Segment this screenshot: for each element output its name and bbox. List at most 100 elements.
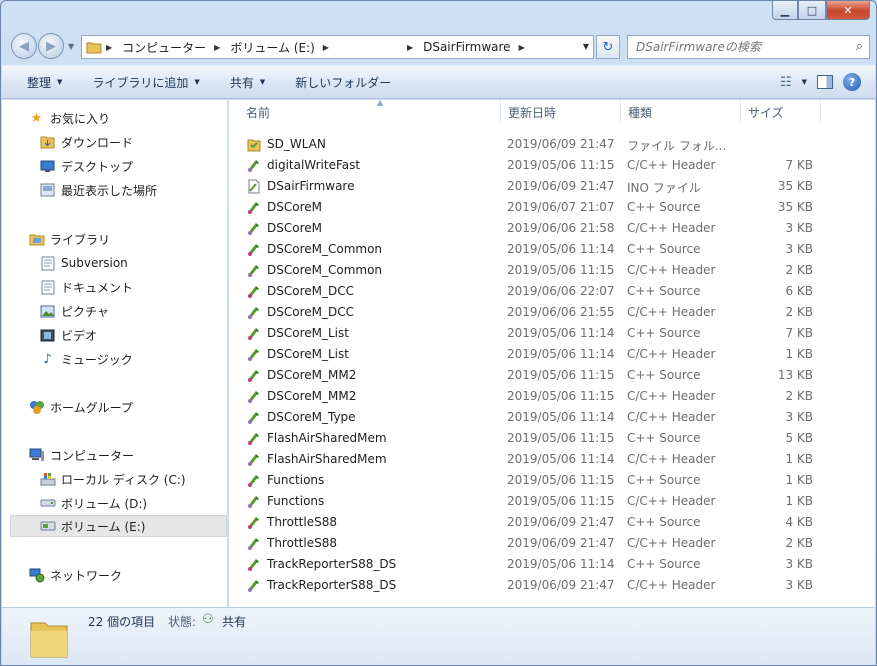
breadcrumb-separator-icon[interactable]: ▶ <box>214 43 220 52</box>
breadcrumb-separator-icon[interactable]: ▶ <box>106 43 112 52</box>
file-size: 35 KB <box>777 179 813 193</box>
help-icon[interactable]: ? <box>843 73 861 91</box>
sidebar-computer[interactable]: コンピューター <box>28 444 134 466</box>
videos-icon <box>39 327 56 344</box>
recent-pages-chevron-icon[interactable]: ▼ <box>68 42 74 51</box>
sidebar-item-desktop[interactable]: デスクトップ <box>39 155 133 177</box>
file-row[interactable]: TrackReporterS88_DS 2019/05/06 11:14 C++ S… <box>229 554 875 575</box>
preview-pane-icon[interactable] <box>817 75 833 89</box>
breadcrumb-separator-icon[interactable]: ▶ <box>323 43 329 52</box>
column-header-size[interactable]: サイズ <box>741 100 821 125</box>
breadcrumb-dsairfirmware[interactable]: DSairFirmware <box>423 40 510 54</box>
back-button[interactable]: ◀ <box>11 33 37 59</box>
refresh-button[interactable]: ↻ <box>596 35 620 59</box>
file-type: C/C++ Header <box>627 263 716 277</box>
file-row[interactable]: Functions 2019/05/06 11:15 C/C++ Header 1 K… <box>229 491 875 512</box>
search-input[interactable] <box>636 40 836 54</box>
file-size: 2 KB <box>785 536 813 550</box>
breadcrumb-volume-e[interactable]: ボリューム (E:) <box>230 39 314 56</box>
sidebar-item-label: ローカル ディスク (C:) <box>61 472 186 487</box>
sidebar-item-local-disk-c[interactable]: ローカル ディスク (C:) <box>39 468 186 490</box>
sidebar-item-music[interactable]: ♪ ミュージック <box>39 348 132 370</box>
address-dropdown-icon[interactable]: ▼ <box>583 42 589 51</box>
file-size: 3 KB <box>785 578 813 592</box>
file-row[interactable]: DSCoreM_MM2 2019/05/06 11:15 C/C++ Header 2… <box>229 386 875 407</box>
search-box[interactable]: ⌕ <box>627 35 870 59</box>
sidebar-item-downloads[interactable]: ダウンロード <box>39 131 133 153</box>
sidebar-item-volume-d[interactable]: ボリューム (D:) <box>39 492 147 514</box>
nav-buttons: ◀ ▶ ▼ <box>11 33 74 59</box>
details-pane: 22 個の項目 状態: ⚇ 共有 <box>2 607 875 665</box>
file-row[interactable]: TrackReporterS88_DS 2019/06/09 21:47 C/C++… <box>229 575 875 596</box>
file-row[interactable]: FlashAirSharedMem 2019/05/06 11:15 C++ Sou… <box>229 428 875 449</box>
maximize-button[interactable]: □ <box>798 1 826 20</box>
new-folder-button[interactable]: 新しいフォルダー <box>277 66 403 98</box>
sidebar-item-label: ネットワーク <box>50 568 123 583</box>
item-count: 22 個の項目 <box>88 615 156 629</box>
chevron-down-icon[interactable]: ▼ <box>802 78 807 86</box>
file-row[interactable]: FlashAirSharedMem 2019/05/06 11:14 C/C++ H… <box>229 449 875 470</box>
file-row[interactable]: DSCoreM_Common 2019/05/06 11:15 C/C++ Head… <box>229 260 875 281</box>
file-row[interactable]: DSCoreM_Type 2019/05/06 11:14 C/C++ Header… <box>229 407 875 428</box>
file-type: C++ Source <box>627 242 701 256</box>
file-size: 3 KB <box>785 557 813 571</box>
file-row[interactable]: DSCoreM 2019/06/07 21:07 C++ Source 35 KB <box>229 197 875 218</box>
sidebar-item-recent-places[interactable]: 最近表示した場所 <box>39 179 157 201</box>
search-icon[interactable]: ⌕ <box>856 39 863 54</box>
breadcrumb-computer[interactable]: コンピューター <box>122 39 206 56</box>
share-menu[interactable]: 共有 ▼ <box>212 66 277 98</box>
file-row[interactable]: DSCoreM_List 2019/05/06 11:14 C++ Source 7 … <box>229 323 875 344</box>
file-row[interactable]: SD_WLAN 2019/06/09 21:47 ファイル フォル... <box>229 134 875 155</box>
file-row[interactable]: Functions 2019/05/06 11:15 C++ Source 1 KB <box>229 470 875 491</box>
file-row[interactable]: DSairFirmware 2019/06/09 21:47 INO ファイル 35 … <box>229 176 875 197</box>
forward-button[interactable]: ▶ <box>38 33 64 59</box>
organize-menu[interactable]: 整理 ▼ <box>2 66 74 98</box>
documents-icon <box>39 279 56 296</box>
breadcrumb-separator-icon[interactable]: ▶ <box>519 43 525 52</box>
sidebar-item-label: お気に入り <box>50 111 111 126</box>
sidebar-item-volume-e[interactable]: ボリューム (E:) <box>10 515 227 537</box>
file-size: 6 KB <box>785 284 813 298</box>
file-type: C/C++ Header <box>627 536 716 550</box>
file-row[interactable]: DSCoreM_DCC 2019/06/06 21:55 C/C++ Header 2… <box>229 302 875 323</box>
column-header-name[interactable]: 名前 ▲ <box>239 98 501 125</box>
sidebar-libraries[interactable]: ライブラリ <box>28 228 110 250</box>
address-bar[interactable]: ▶ コンピューター ▶ ボリューム (E:) ▶ ▶ DSairFirmware… <box>81 35 594 59</box>
file-date: 2019/06/09 21:47 <box>507 536 615 550</box>
minimize-button[interactable]: ▁ <box>772 1 798 20</box>
breadcrumb-separator-icon[interactable]: ▶ <box>407 43 413 52</box>
file-row[interactable]: DSCoreM_DCC 2019/06/06 22:07 C++ Source 6 K… <box>229 281 875 302</box>
file-name: DSCoreM <box>267 200 322 214</box>
file-name: DSCoreM_DCC <box>267 284 354 298</box>
file-row[interactable]: DSCoreM_MM2 2019/05/06 11:15 C++ Source 13 … <box>229 365 875 386</box>
file-row[interactable]: DSCoreM_Common 2019/05/06 11:14 C++ Source… <box>229 239 875 260</box>
chevron-down-icon: ▼ <box>57 78 63 86</box>
file-row[interactable]: ThrottleS88 2019/06/09 21:47 C/C++ Header 2… <box>229 533 875 554</box>
file-row[interactable]: digitalWriteFast 2019/05/06 11:15 C/C++ He… <box>229 155 875 176</box>
file-row[interactable]: DSCoreM_List 2019/05/06 11:14 C/C++ Header… <box>229 344 875 365</box>
source-file-icon <box>248 517 259 529</box>
file-size: 3 KB <box>785 221 813 235</box>
view-options-icon[interactable]: ☷ <box>780 75 792 90</box>
sidebar-favorites[interactable]: ★ お気に入り <box>28 107 110 129</box>
column-header-row: 名前 ▲ 更新日時 種類 サイズ <box>229 98 875 125</box>
file-type: C/C++ Header <box>627 221 716 235</box>
sidebar-item-videos[interactable]: ビデオ <box>39 324 97 346</box>
column-header-date[interactable]: 更新日時 <box>501 100 621 125</box>
sidebar-item-documents[interactable]: ドキュメント <box>39 276 133 298</box>
column-header-type[interactable]: 種類 <box>621 100 741 125</box>
sidebar-item-label: コンピューター <box>50 448 135 463</box>
file-row[interactable]: DSCoreM 2019/06/06 21:58 C/C++ Header 3 KB <box>229 218 875 239</box>
file-size: 4 KB <box>785 515 813 529</box>
file-row[interactable]: ThrottleS88 2019/06/09 21:47 C++ Source 4 K… <box>229 512 875 533</box>
add-to-library-menu[interactable]: ライブラリに追加 ▼ <box>74 66 211 98</box>
close-button[interactable]: ✕ <box>826 1 870 20</box>
sidebar-network[interactable]: ネットワーク <box>28 564 122 586</box>
file-size: 5 KB <box>785 431 813 445</box>
shared-users-icon: ⚇ <box>202 612 214 627</box>
sidebar-item-subversion[interactable]: Subversion <box>39 252 128 274</box>
source-file-icon <box>248 370 259 382</box>
sidebar-homegroup[interactable]: ホームグループ <box>28 396 133 418</box>
sidebar-item-pictures[interactable]: ピクチャ <box>39 300 109 322</box>
file-type: C/C++ Header <box>627 305 716 319</box>
